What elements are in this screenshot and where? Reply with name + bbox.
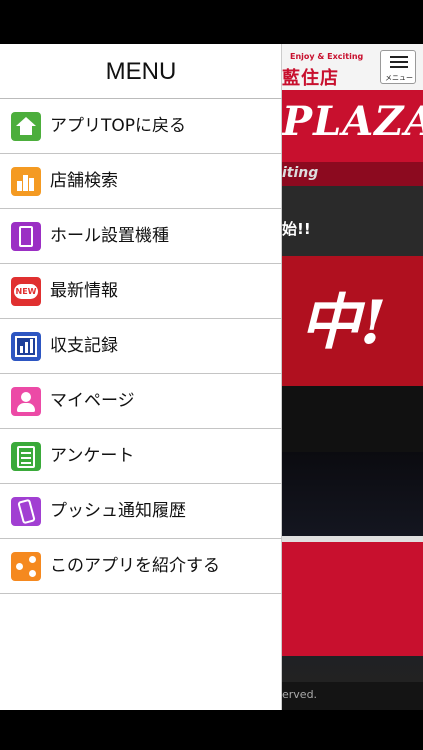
survey-icon: [11, 442, 41, 471]
promo-text: 中!: [300, 288, 387, 358]
home-icon: [11, 112, 41, 141]
store-icon: [11, 167, 41, 196]
navigation-drawer: MENU アプリTOPに戻る 店舗検索 ホール設置機種 NEW 最新情報 収支記…: [0, 44, 282, 710]
menu-item-share-app[interactable]: このアプリを紹介する: [0, 539, 282, 594]
menu-toggle-label: メニュー: [385, 74, 413, 82]
menu-item-hall-machines[interactable]: ホール設置機種: [0, 209, 282, 264]
menu-item-label: プッシュ通知履歴: [50, 501, 186, 521]
menu-item-label: 店舗検索: [50, 171, 118, 191]
status-bar: [0, 0, 423, 44]
banner-logo-text: PLAZA: [282, 98, 423, 145]
store-building: [282, 536, 423, 656]
drawer-title: MENU: [0, 44, 282, 99]
menu-item-my-page[interactable]: マイページ: [0, 374, 282, 429]
push-history-icon: [11, 497, 41, 526]
menu-item-label: 最新情報: [50, 281, 118, 301]
person-icon: [11, 387, 41, 416]
menu-toggle-button[interactable]: メニュー: [380, 50, 416, 84]
menu-item-balance-record[interactable]: 収支記録: [0, 319, 282, 374]
menu-item-store-search[interactable]: 店舗検索: [0, 154, 282, 209]
menu-item-label: ホール設置機種: [50, 226, 169, 246]
menu-list: アプリTOPに戻る 店舗検索 ホール設置機種 NEW 最新情報 収支記録 マイペ…: [0, 99, 282, 594]
copyright-text: erved.: [282, 688, 318, 701]
menu-item-label: アプリTOPに戻る: [50, 116, 187, 136]
tablet-icon: [11, 222, 41, 251]
menu-item-push-history[interactable]: プッシュ通知履歴: [0, 484, 282, 539]
menu-item-label: アンケート: [50, 446, 135, 466]
menu-item-app-top[interactable]: アプリTOPに戻る: [0, 99, 282, 154]
header-tagline: Enjoy & Exciting: [290, 52, 364, 61]
bottom-bar: [0, 710, 423, 750]
notice-text: 始!!: [282, 220, 311, 238]
share-icon: [11, 552, 41, 581]
new-badge-icon: NEW: [11, 277, 41, 306]
banner-strip-text: iting: [282, 165, 319, 181]
menu-item-label: 収支記録: [50, 336, 118, 356]
menu-item-survey[interactable]: アンケート: [0, 429, 282, 484]
header-store-name: 藍住店: [282, 68, 339, 89]
hamburger-icon: [390, 56, 408, 58]
menu-item-label: このアプリを紹介する: [50, 556, 220, 576]
chart-icon: [11, 332, 41, 361]
menu-item-latest-news[interactable]: NEW 最新情報: [0, 264, 282, 319]
menu-item-label: マイページ: [50, 391, 135, 411]
